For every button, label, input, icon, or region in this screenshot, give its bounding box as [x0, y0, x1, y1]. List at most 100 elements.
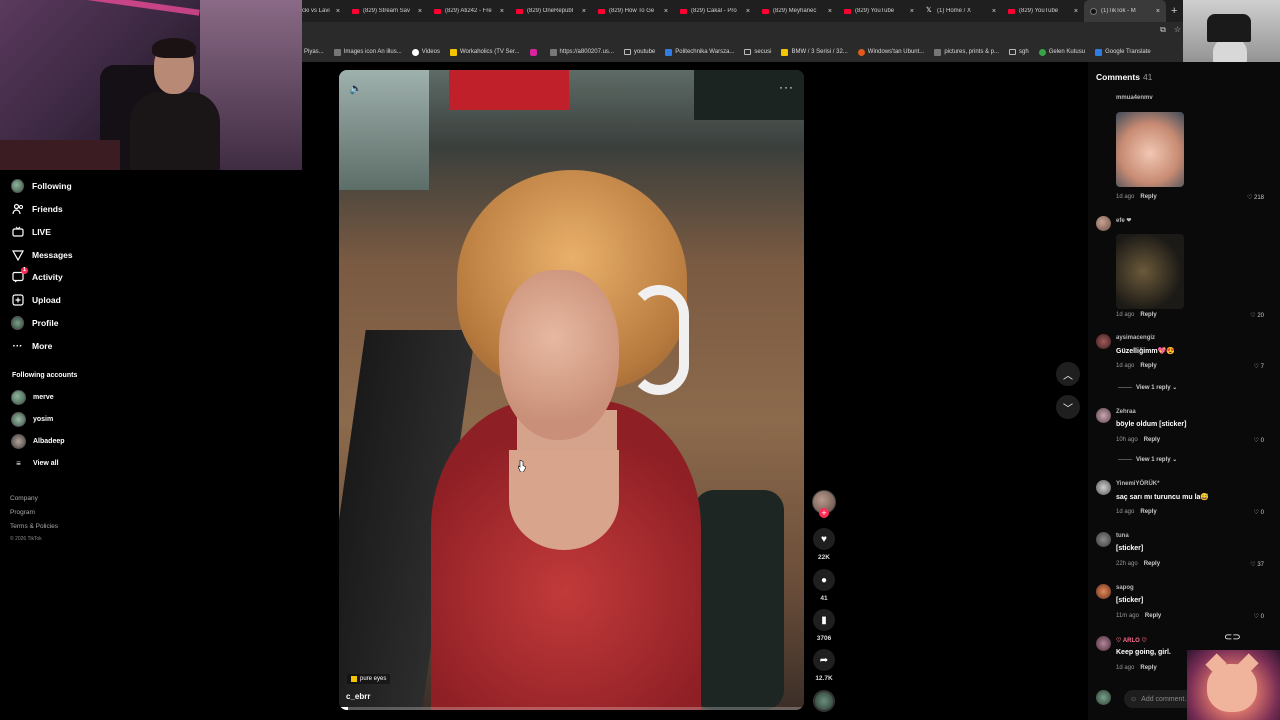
- browser-tab[interactable]: cki vs Lavi ×: [302, 0, 346, 22]
- comment-author[interactable]: tuna: [1116, 533, 1129, 539]
- comment-like[interactable]: ♡ 0: [1254, 509, 1264, 516]
- close-tab-icon[interactable]: ×: [1156, 8, 1160, 15]
- footer-link-terms[interactable]: Terms & Policies: [10, 520, 58, 534]
- comment-like[interactable]: ♡ 218: [1247, 194, 1264, 201]
- footer-link-program[interactable]: Program: [10, 506, 58, 520]
- reply-button[interactable]: Reply: [1140, 312, 1156, 318]
- video-player[interactable]: 🔈 ··· pure eyes c_ebrr: [339, 70, 804, 710]
- view-replies-button[interactable]: View 1 reply ⌄: [1118, 384, 1177, 391]
- video-tag[interactable]: pure eyes: [347, 674, 391, 684]
- avatar[interactable]: [1096, 690, 1111, 705]
- browser-tab[interactable]: (829) How To Ge ×: [592, 0, 674, 22]
- nav-upload[interactable]: Upload: [11, 292, 61, 308]
- browser-tab[interactable]: (829) Ati242 - Fre ×: [428, 0, 510, 22]
- bookmark-item[interactable]: BMW / 3 Serisi / 32...: [781, 48, 848, 56]
- reply-button[interactable]: Reply: [1144, 561, 1160, 567]
- close-tab-icon[interactable]: ×: [1074, 8, 1078, 15]
- bookmark-item[interactable]: https://a800207.us...: [549, 48, 614, 56]
- next-video-button[interactable]: ﹀: [1056, 395, 1080, 419]
- bookmark-item[interactable]: Google Translate: [1095, 48, 1151, 56]
- bookmark-item[interactable]: secusi: [744, 49, 771, 55]
- comment-like[interactable]: ♡ 20: [1250, 312, 1264, 319]
- nav-messages[interactable]: Messages: [11, 247, 73, 263]
- more-options-icon[interactable]: ···: [779, 80, 794, 94]
- avatar[interactable]: [1096, 584, 1111, 599]
- follow-plus-icon[interactable]: +: [819, 508, 829, 518]
- view-all-button[interactable]: ≡ View all: [11, 457, 58, 470]
- footer-link-company[interactable]: Company: [10, 492, 58, 506]
- comment-image[interactable]: [1116, 112, 1184, 187]
- view-replies-button[interactable]: View 1 reply ⌄: [1118, 456, 1177, 463]
- add-comment-input[interactable]: ☺ Add comment...: [1124, 690, 1194, 708]
- close-tab-icon[interactable]: ×: [992, 8, 996, 15]
- previous-video-button[interactable]: ︿: [1056, 362, 1080, 386]
- comment-author[interactable]: mmua4enmv: [1116, 95, 1153, 101]
- comment-author[interactable]: efe ❤: [1116, 217, 1131, 224]
- avatar[interactable]: [1096, 334, 1111, 349]
- browser-tab[interactable]: (1)TikTok - M ×: [1084, 0, 1166, 22]
- bookmark-item[interactable]: Workaholics (TV Ser...: [449, 48, 520, 56]
- nav-profile[interactable]: Profile: [11, 315, 58, 331]
- reply-button[interactable]: Reply: [1140, 665, 1156, 671]
- like-action[interactable]: ♥ 22K: [812, 528, 836, 561]
- following-account-item[interactable]: Albadeep: [11, 434, 65, 449]
- reply-button[interactable]: Reply: [1140, 363, 1156, 369]
- browser-tab[interactable]: (829) Stream Sav ×: [346, 0, 428, 22]
- reply-button[interactable]: Reply: [1144, 437, 1160, 443]
- close-tab-icon[interactable]: ×: [910, 8, 914, 15]
- bookmark-item[interactable]: Videos: [411, 48, 440, 56]
- new-tab-button[interactable]: +: [1166, 5, 1182, 17]
- close-tab-icon[interactable]: ×: [418, 8, 422, 15]
- comment-author[interactable]: Zehraa: [1116, 409, 1136, 415]
- bookmark-item[interactable]: Images icon An illus...: [333, 48, 402, 56]
- link-icon[interactable]: ⊂⊃: [1224, 632, 1241, 643]
- browser-tab[interactable]: (829) OneRepubl ×: [510, 0, 592, 22]
- comment-action[interactable]: ● 41: [812, 569, 836, 602]
- nav-following[interactable]: Following: [11, 178, 72, 194]
- avatar[interactable]: [1096, 480, 1111, 495]
- comment-author[interactable]: ♡ ARLO ♡: [1116, 637, 1147, 644]
- comment-author[interactable]: YinemiYÖRÜK*: [1116, 481, 1159, 487]
- reply-button[interactable]: Reply: [1145, 613, 1161, 619]
- close-tab-icon[interactable]: ×: [828, 8, 832, 15]
- avatar[interactable]: [1096, 532, 1111, 547]
- bookmark-item[interactable]: Windows'tan Ubunt...: [857, 48, 924, 56]
- bookmark-item[interactable]: Gelen Kutusu: [1038, 48, 1085, 56]
- avatar[interactable]: [1096, 216, 1111, 231]
- volume-icon[interactable]: 🔈: [349, 82, 363, 95]
- bookmark-item[interactable]: pictures, prints & p...: [934, 48, 999, 56]
- reply-button[interactable]: Reply: [1140, 509, 1156, 515]
- emoji-icon[interactable]: ☺: [1130, 696, 1137, 703]
- browser-tab[interactable]: (829) Cakal - Pro ×: [674, 0, 756, 22]
- nav-more[interactable]: ··· More: [11, 338, 53, 354]
- video-author[interactable]: c_ebrr: [346, 692, 370, 701]
- browser-tab[interactable]: (829) YouTube ×: [1002, 0, 1084, 22]
- save-action[interactable]: ▮ 3706: [812, 609, 836, 642]
- avatar[interactable]: [1096, 408, 1111, 423]
- comment-like[interactable]: ♡ 0: [1254, 613, 1264, 620]
- nav-friends[interactable]: Friends: [11, 201, 63, 217]
- reply-button[interactable]: Reply: [1140, 194, 1156, 200]
- nav-activity[interactable]: 1 Activity: [11, 266, 63, 285]
- bookmark-item[interactable]: sgh: [1009, 49, 1029, 55]
- comment-author[interactable]: sapog: [1116, 585, 1134, 591]
- nav-live[interactable]: LIVE: [11, 224, 51, 240]
- avatar[interactable]: [1096, 636, 1111, 651]
- comment-image[interactable]: [1116, 234, 1184, 309]
- close-tab-icon[interactable]: ×: [582, 8, 586, 15]
- following-account-item[interactable]: merve: [11, 390, 54, 405]
- bookmark-star-icon[interactable]: ☆: [1174, 25, 1181, 39]
- comment-author[interactable]: aysimacengiz: [1116, 335, 1155, 341]
- cast-icon[interactable]: ⧉: [1160, 25, 1166, 39]
- comment-like[interactable]: ♡ 0: [1254, 437, 1264, 444]
- bookmark-item[interactable]: Piyas...: [304, 49, 324, 55]
- video-progress-bar[interactable]: [339, 707, 804, 710]
- music-disc-icon[interactable]: [813, 690, 835, 712]
- close-tab-icon[interactable]: ×: [664, 8, 668, 15]
- browser-tab[interactable]: (829) YouTube ×: [838, 0, 920, 22]
- close-tab-icon[interactable]: ×: [500, 8, 504, 15]
- comment-like[interactable]: ♡ 37: [1250, 561, 1264, 568]
- comment-like[interactable]: ♡ 7: [1254, 363, 1264, 370]
- browser-tab[interactable]: 𝕏 (1) Home / X ×: [920, 0, 1002, 22]
- share-action[interactable]: ➦ 12.7K: [812, 649, 836, 682]
